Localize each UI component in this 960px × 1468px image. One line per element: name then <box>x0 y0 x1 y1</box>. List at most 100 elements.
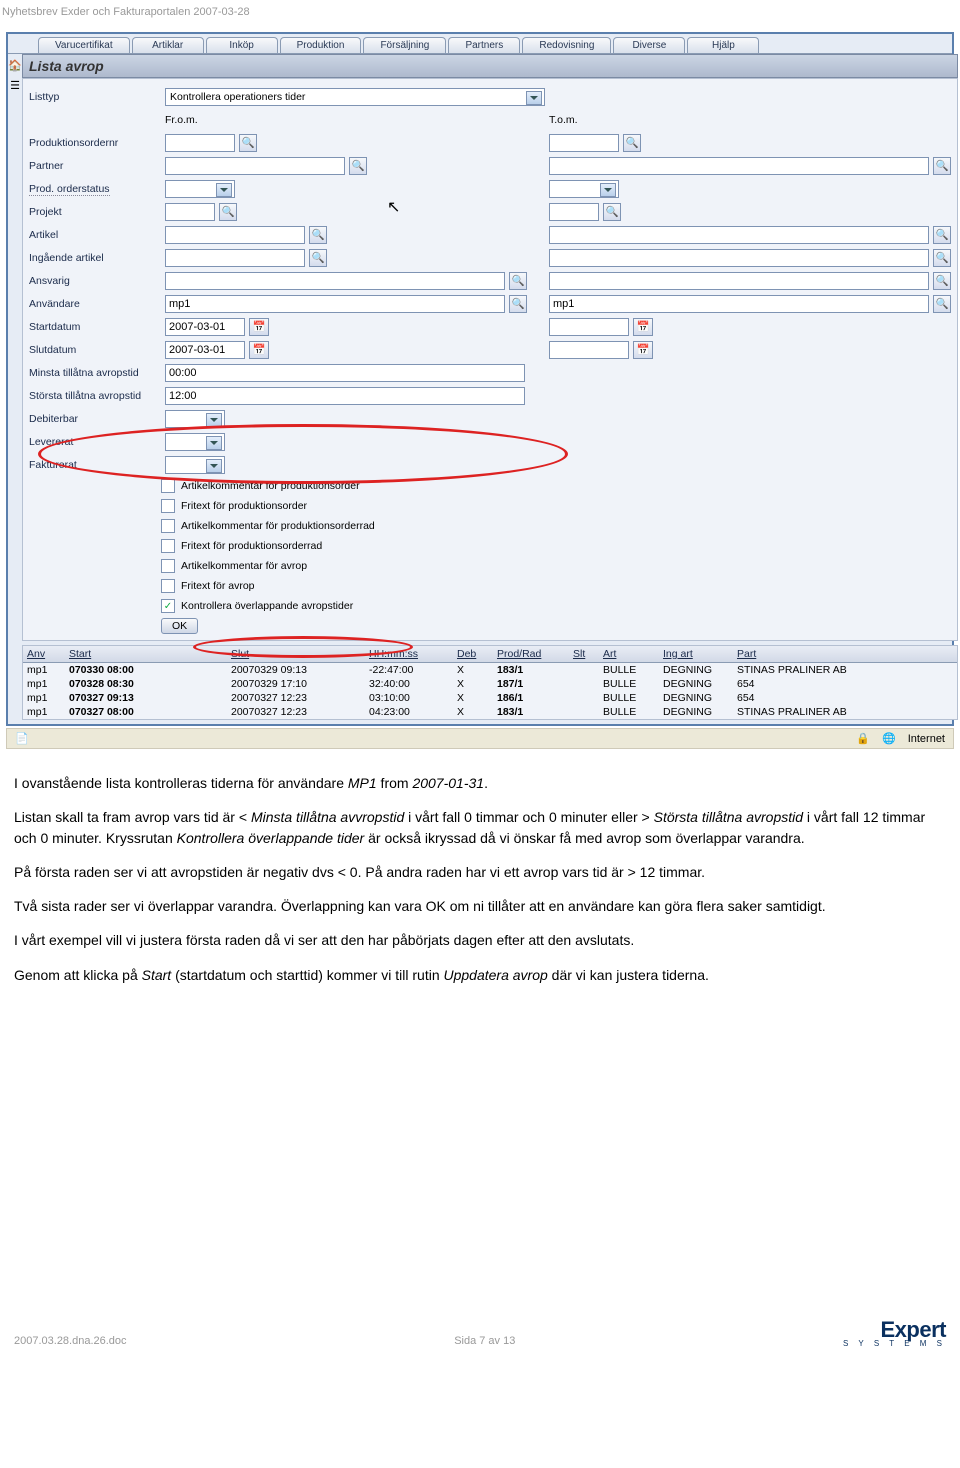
lookup-icon[interactable]: 🔍 <box>509 272 527 290</box>
th-slt[interactable]: Slt <box>569 646 599 662</box>
status-to-select[interactable] <box>549 180 619 198</box>
projekt-to-input[interactable] <box>549 203 599 221</box>
table-header-row: Anv Start Slut HH:mm:ss Deb Prod/Rad Slt… <box>23 646 957 663</box>
label-status: Prod. orderstatus <box>29 183 161 195</box>
checkbox[interactable] <box>161 559 175 573</box>
ansvarig-from-input[interactable] <box>165 272 505 290</box>
paragraph: I vårt exempel vill vi justera första ra… <box>14 930 946 950</box>
label-fakturerat: Fakturerat <box>29 459 161 471</box>
list-icon[interactable]: ☰ <box>8 78 22 92</box>
th-anv[interactable]: Anv <box>23 646 65 662</box>
checkbox[interactable] <box>161 539 175 553</box>
results-table: Anv Start Slut HH:mm:ss Deb Prod/Rad Slt… <box>22 645 958 720</box>
label-startdatum: Startdatum <box>29 321 161 333</box>
ansvarig-to-input[interactable] <box>549 272 929 290</box>
label-listtyp: Listtyp <box>29 91 161 103</box>
lookup-icon[interactable]: 🔍 <box>309 249 327 267</box>
maxtid-input[interactable] <box>165 387 525 405</box>
paragraph: Listan skall ta fram avrop vars tid är <… <box>14 807 946 848</box>
calendar-icon[interactable]: 📅 <box>633 318 653 336</box>
lookup-icon[interactable]: 🔍 <box>933 157 951 175</box>
lookup-icon[interactable]: 🔍 <box>239 134 257 152</box>
ingart-from-input[interactable] <box>165 249 305 267</box>
lookup-icon[interactable]: 🔍 <box>349 157 367 175</box>
th-start[interactable]: Start <box>65 646 227 662</box>
menu-partners[interactable]: Partners <box>448 37 520 53</box>
menu-inkop[interactable]: Inköp <box>206 37 278 53</box>
checkbox[interactable]: ✓ <box>161 599 175 613</box>
status-bar: 📄 🔒 🌐 Internet <box>6 728 954 749</box>
partner-to-input[interactable] <box>549 157 929 175</box>
slutdatum-to-input[interactable] <box>549 341 629 359</box>
th-slut[interactable]: Slut <box>227 646 365 662</box>
th-prad[interactable]: Prod/Rad <box>493 646 569 662</box>
anvandare-from-input[interactable] <box>165 295 505 313</box>
menu-varucertifikat[interactable]: Varucertifikat <box>38 37 130 53</box>
podnr-from-input[interactable] <box>165 134 235 152</box>
ingart-to-input[interactable] <box>549 249 929 267</box>
fakturerat-select[interactable] <box>165 456 225 474</box>
lookup-icon[interactable]: 🔍 <box>603 203 621 221</box>
podnr-to-input[interactable] <box>549 134 619 152</box>
calendar-icon[interactable]: 📅 <box>249 318 269 336</box>
menu-diverse[interactable]: Diverse <box>613 37 685 53</box>
levererat-select[interactable] <box>165 433 225 451</box>
lookup-icon[interactable]: 🔍 <box>933 249 951 267</box>
lookup-icon[interactable]: 🔍 <box>219 203 237 221</box>
menu-redovisning[interactable]: Redovisning <box>522 37 611 53</box>
document-body: I ovanstående lista kontrolleras tiderna… <box>0 749 960 985</box>
app-window: Varucertifikat Artiklar Inköp Produktion… <box>6 32 954 726</box>
checkbox[interactable] <box>161 499 175 513</box>
lookup-icon[interactable]: 🔍 <box>933 272 951 290</box>
ok-button[interactable]: OK <box>161 618 198 634</box>
lookup-icon[interactable]: 🔍 <box>933 226 951 244</box>
th-art[interactable]: Art <box>599 646 659 662</box>
partner-from-input[interactable] <box>165 157 345 175</box>
th-deb[interactable]: Deb <box>453 646 493 662</box>
menu-artiklar[interactable]: Artiklar <box>132 37 204 53</box>
paragraph: På första raden ser vi att avropstiden ä… <box>14 862 946 882</box>
startdatum-to-input[interactable] <box>549 318 629 336</box>
lookup-icon[interactable]: 🔍 <box>623 134 641 152</box>
startdatum-from-input[interactable] <box>165 318 245 336</box>
checkbox-label: Artikelkommentar för produktionsorderrad <box>181 520 375 532</box>
paragraph: I ovanstående lista kontrolleras tiderna… <box>14 773 946 793</box>
lookup-icon[interactable]: 🔍 <box>509 295 527 313</box>
menu-forsaljning[interactable]: Försäljning <box>363 37 446 53</box>
checkbox-label: Fritext för produktionsorderrad <box>181 540 322 552</box>
menu-hjalp[interactable]: Hjälp <box>687 37 759 53</box>
home-icon[interactable]: 🏠 <box>8 58 22 72</box>
table-row[interactable]: mp1070327 09:1320070327 12:2303:10:00X18… <box>23 691 957 705</box>
debiterbar-select[interactable] <box>165 410 225 428</box>
calendar-icon[interactable]: 📅 <box>249 341 269 359</box>
select-listtyp[interactable]: Kontrollera operationers tider <box>165 88 545 106</box>
menu-bar: Varucertifikat Artiklar Inköp Produktion… <box>8 34 952 54</box>
lookup-icon[interactable]: 🔍 <box>933 295 951 313</box>
artikel-from-input[interactable] <box>165 226 305 244</box>
select-listtyp-value: Kontrollera operationers tider <box>170 91 305 103</box>
label-from: Fr.o.m. <box>165 114 198 126</box>
menu-produktion[interactable]: Produktion <box>280 37 362 53</box>
checkbox-label: Fritext för produktionsorder <box>181 500 307 512</box>
page-header: Nyhetsbrev Exder och Fakturaportalen 200… <box>0 0 960 32</box>
table-row[interactable]: mp1070327 08:0020070327 12:2304:23:00X18… <box>23 705 957 719</box>
lookup-icon[interactable]: 🔍 <box>309 226 327 244</box>
th-ing[interactable]: Ing art <box>659 646 733 662</box>
table-row[interactable]: mp1070330 08:0020070329 09:13-22:47:00X1… <box>23 663 957 677</box>
calendar-icon[interactable]: 📅 <box>633 341 653 359</box>
th-hms[interactable]: HH:mm:ss <box>365 646 453 662</box>
checkbox-label: Fritext för avrop <box>181 580 255 592</box>
mintid-input[interactable] <box>165 364 525 382</box>
checkbox[interactable] <box>161 479 175 493</box>
label-maxtid: Största tillåtna avropstid <box>29 390 161 402</box>
status-from-select[interactable] <box>165 180 235 198</box>
projekt-from-input[interactable] <box>165 203 215 221</box>
th-part[interactable]: Part <box>733 646 957 662</box>
slutdatum-from-input[interactable] <box>165 341 245 359</box>
anvandare-to-input[interactable] <box>549 295 929 313</box>
table-row[interactable]: mp1070328 08:3020070329 17:1032:40:00X18… <box>23 677 957 691</box>
checkbox[interactable] <box>161 519 175 533</box>
artikel-to-input[interactable] <box>549 226 929 244</box>
checkbox[interactable] <box>161 579 175 593</box>
footer-filename: 2007.03.28.dna.26.doc <box>14 1335 127 1347</box>
